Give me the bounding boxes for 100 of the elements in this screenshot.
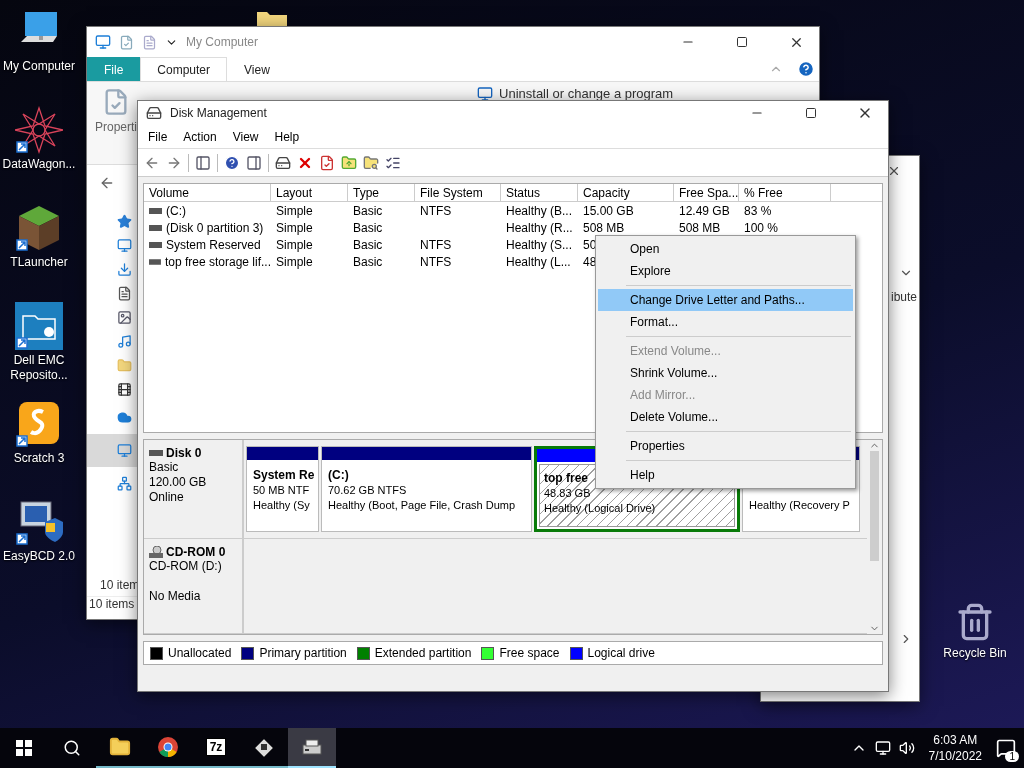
column-header[interactable]: Capacity [578,184,674,202]
legend-label: Free space [499,646,560,660]
maximize-icon[interactable] [805,107,817,119]
table-cell: Healthy (S... [506,237,573,252]
folder-icon [117,357,132,373]
table-cell: Simple [276,220,313,235]
film-icon [117,381,132,397]
menu-item[interactable]: File [142,129,174,144]
table-cell: NTFS [420,203,452,218]
column-header[interactable]: Type [348,184,415,202]
search-icon[interactable] [63,739,81,757]
star-icon [117,213,132,229]
menu-item[interactable]: Explore [598,260,853,282]
ribbon-tab[interactable]: Computer [140,57,228,81]
table-cell: Basic [353,220,383,235]
partition[interactable]: System Re 50 MB NTF Healthy (Sy [246,446,319,533]
partition-info: Healthy (Boot, Page File, Crash Dump [328,498,516,513]
legend-label: Primary partition [259,646,347,660]
table-cell: Healthy (B... [506,203,573,218]
menu-item[interactable]: Help [268,129,306,144]
column-header[interactable]: File System [415,184,501,202]
clock-date[interactable]: 7/10/2022 [928,748,982,764]
monitor-icon [117,237,132,253]
menu-item[interactable]: Action [177,129,223,144]
table-cell: Simple [276,254,313,269]
status-text: 10 items [88,597,135,611]
table-cell: 12.49 GB [679,203,730,218]
desktop-icon-label[interactable]: TLauncher [1,255,77,270]
maximize-icon[interactable] [736,36,748,48]
close-icon[interactable] [887,164,901,178]
back-arrow-icon[interactable] [99,175,115,191]
network-icon [117,476,132,491]
desktop-icon-label[interactable]: Scratch 3 [1,451,77,466]
desktop-icon-label[interactable]: My Computer [1,59,77,74]
table-cell: (C:) [166,203,186,218]
table-cell: NTFS [420,254,452,269]
menu-item[interactable]: View [226,129,265,144]
computer-icon [95,34,111,50]
desktop-icon-label[interactable]: Recycle Bin [937,646,1013,661]
panel-icon[interactable] [246,154,262,171]
ribbon-button-label[interactable]: Uninstall or change a program [499,86,674,101]
partition[interactable]: (C:) 70.62 GB NTFS Healthy (Boot, Page File, Crash Dump [321,446,532,533]
menu-item[interactable]: Change Drive Letter and Paths... [598,289,853,311]
notification-count: 1 [1005,751,1019,762]
panel-icon[interactable] [195,154,211,171]
partition-name: (C:) [328,468,349,483]
windows-logo-icon[interactable] [16,740,32,756]
column-header[interactable]: Status [501,184,578,202]
menu-item[interactable]: Shrink Volume... [598,362,853,384]
checklist-icon[interactable] [319,154,335,171]
disk-name: CD-ROM 0 [166,545,226,560]
download-icon [117,261,132,277]
desktop-icon-label[interactable]: DataWagon... [1,157,77,172]
partition-color-bar [247,447,318,460]
desktop-icon-label[interactable]: EasyBCD 2.0 [1,549,77,564]
table-cell: Basic [353,203,383,218]
drive-icon [149,241,162,248]
disk-status: No Media [149,589,201,605]
desktop-icon-label[interactable]: Dell EMC Reposito... [1,353,77,383]
taskbar-app[interactable]: 7z [192,728,240,768]
clock-time[interactable]: 6:03 AM [933,732,978,748]
table-cell: 15.00 GB [583,203,634,218]
folder-search-icon[interactable] [363,154,379,171]
ribbon-button-label[interactable]: Properti [95,120,138,134]
window-title: My Computer [186,35,260,49]
column-header[interactable]: Free Spa... [674,184,739,202]
table-cell: Healthy (R... [506,220,573,235]
table-cell: 508 MB [679,220,721,235]
drive-icon [149,450,163,456]
help-icon[interactable] [224,154,240,171]
partition-info: 48.83 GB [544,486,591,501]
column-header: ibute [890,290,917,304]
browser-icon [157,736,179,758]
help-icon[interactable] [797,60,815,78]
column-header[interactable]: Layout [271,184,348,202]
column-header[interactable]: Volume [144,184,271,202]
drive-icon[interactable] [275,154,291,171]
folder-up-icon[interactable] [341,154,357,171]
menu-item[interactable]: Format... [598,311,853,333]
notification-icon[interactable] [996,738,1016,758]
partition-info: 50 MB NTF [253,483,310,498]
taskbar-app[interactable] [288,728,336,768]
menu-item[interactable]: Open [598,238,853,260]
disk-name: Disk 0 [166,446,202,460]
table-cell: NTFS [420,237,452,252]
menu-item[interactable]: Delete Volume... [598,406,853,428]
drive-icon [149,258,161,265]
table-cell: top free storage lif... [164,254,271,269]
partition-name: top free [544,471,588,486]
disk-info: Online [149,490,184,505]
partition-info: Healthy (Sy [253,498,310,513]
partition-info: Healthy (Recovery P [749,498,850,513]
network-icon[interactable] [874,740,891,756]
disk-drive-icon [301,736,323,758]
volume-icon[interactable] [898,740,915,756]
table-cell: Healthy (L... [506,254,571,269]
legend-label: Unallocated [168,646,232,660]
drive-icon [149,224,162,231]
column-header[interactable]: % Free [739,184,831,202]
scrollbar-thumb[interactable] [870,451,879,561]
